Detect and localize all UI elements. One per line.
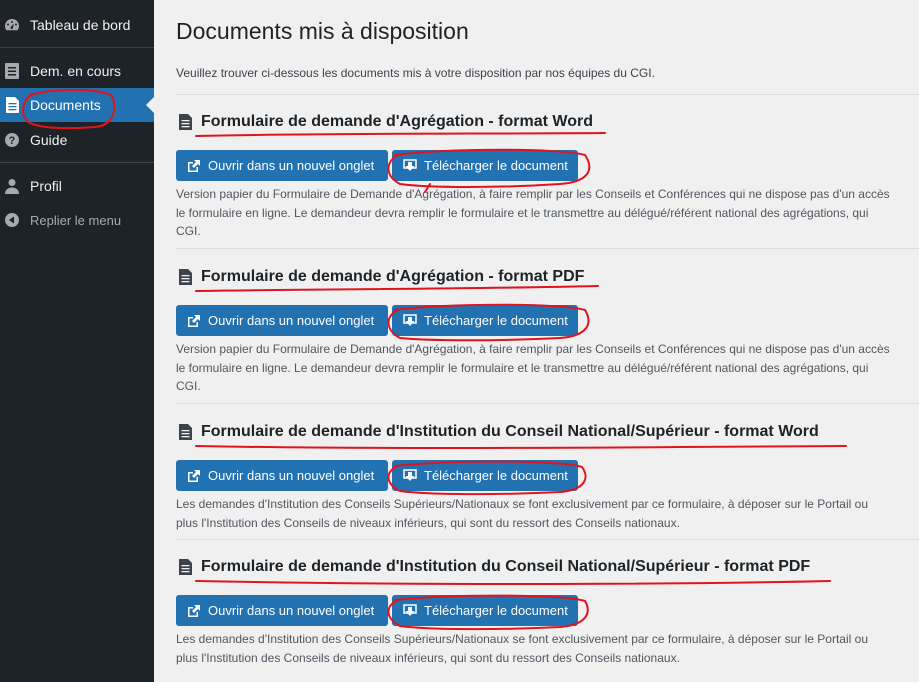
sidebar-item-label: Replier le menu — [30, 212, 122, 228]
document-icon — [179, 269, 193, 285]
sidebar-item-dem-en-cours[interactable]: Dem. en cours — [0, 54, 154, 88]
document-description: Version papier du Formulaire de Demande … — [176, 185, 919, 241]
divider — [176, 539, 919, 540]
external-link-icon — [187, 469, 201, 483]
sidebar-item-label: Guide — [30, 132, 68, 148]
open-new-tab-button[interactable]: Ouvrir dans un nouvel onglet — [176, 150, 388, 181]
description-line: CGI. — [176, 379, 201, 393]
open-button-label: Ouvrir dans un nouvel onglet — [208, 603, 375, 618]
sidebar-item-dashboard[interactable]: Tableau de bord — [0, 8, 154, 42]
sidebar-item-guide[interactable]: ? Guide — [0, 123, 154, 157]
download-icon — [403, 313, 417, 328]
collapse-icon — [4, 212, 20, 228]
page-title: Documents mis à disposition — [176, 18, 469, 44]
external-link-icon — [187, 314, 201, 328]
document-icon — [179, 424, 193, 440]
main-content: Documents mis à disposition Veuillez tro… — [154, 0, 919, 682]
description-line: Version papier du Formulaire de Demande … — [176, 187, 890, 201]
sidebar-item-documents[interactable]: Documents — [0, 88, 154, 122]
description-line: Les demandes d'Institution des Conseils … — [176, 497, 868, 511]
download-button-label: Télécharger le document — [424, 313, 568, 328]
download-icon — [403, 158, 417, 173]
description-line: Les demandes d'Institution des Conseils … — [176, 632, 868, 646]
sidebar-item-label: Profil — [30, 178, 62, 194]
document-title: Formulaire de demande d'Institution du C… — [179, 423, 819, 441]
description-line: CGI. — [176, 224, 201, 238]
document-title: Formulaire de demande d'Institution du C… — [179, 558, 810, 576]
document-description: Les demandes d'Institution des Conseils … — [176, 495, 919, 532]
description-line: le formulaire en ligne. Le demandeur dev… — [176, 360, 869, 375]
sidebar-item-label: Documents — [30, 97, 101, 113]
open-new-tab-button[interactable]: Ouvrir dans un nouvel onglet — [176, 460, 388, 491]
document-title-text: Formulaire de demande d'Institution du C… — [201, 423, 819, 440]
collapse-menu-button[interactable]: Replier le menu — [0, 203, 154, 237]
intro-text: Veuillez trouver ci-dessous les document… — [176, 66, 655, 80]
sidebar-separator — [0, 162, 154, 163]
download-icon — [403, 603, 417, 618]
document-title-text: Formulaire de demande d'Institution du C… — [201, 558, 811, 575]
document-icon — [4, 97, 20, 113]
document-description: Les demandes d'Institution des Conseils … — [176, 630, 919, 667]
open-button-label: Ouvrir dans un nouvel onglet — [208, 468, 375, 483]
document-title-text: Formulaire de demande d'Agrégation - for… — [201, 113, 593, 130]
divider — [176, 94, 919, 95]
download-icon — [403, 468, 417, 483]
open-button-label: Ouvrir dans un nouvel onglet — [208, 313, 375, 328]
help-icon: ? — [4, 132, 20, 148]
download-button[interactable]: Télécharger le document — [392, 460, 578, 491]
list-icon — [4, 63, 20, 79]
document-icon — [179, 559, 193, 575]
document-icon — [179, 114, 193, 130]
description-line: le formulaire en ligne. Le demandeur dev… — [176, 205, 869, 220]
active-indicator-arrow — [146, 97, 154, 113]
description-line: Version papier du Formulaire de Demande … — [176, 342, 890, 356]
download-button[interactable]: Télécharger le document — [392, 150, 578, 181]
download-button-label: Télécharger le document — [424, 468, 568, 483]
download-button[interactable]: Télécharger le document — [392, 595, 578, 626]
description-line: plus l'Institution des Conseils de nivea… — [176, 650, 680, 665]
document-description: Version papier du Formulaire de Demande … — [176, 340, 919, 396]
sidebar-item-label: Tableau de bord — [30, 17, 131, 33]
open-new-tab-button[interactable]: Ouvrir dans un nouvel onglet — [176, 305, 388, 336]
description-line: plus l'Institution des Conseils de nivea… — [176, 515, 680, 530]
download-button-label: Télécharger le document — [424, 603, 568, 618]
document-title: Formulaire de demande d'Agrégation - for… — [179, 268, 584, 286]
external-link-icon — [187, 159, 201, 173]
open-new-tab-button[interactable]: Ouvrir dans un nouvel onglet — [176, 595, 388, 626]
sidebar-item-profil[interactable]: Profil — [0, 169, 154, 203]
admin-sidebar: Tableau de bord Dem. en cours Documents … — [0, 0, 154, 682]
sidebar-item-label: Dem. en cours — [30, 63, 122, 79]
svg-text:?: ? — [9, 135, 16, 147]
sidebar-separator — [0, 47, 154, 48]
divider — [176, 248, 919, 249]
document-title: Formulaire de demande d'Agrégation - for… — [179, 113, 593, 131]
download-button-label: Télécharger le document — [424, 158, 568, 173]
user-icon — [4, 178, 20, 194]
download-button[interactable]: Télécharger le document — [392, 305, 578, 336]
document-title-text: Formulaire de demande d'Agrégation - for… — [201, 268, 585, 285]
external-link-icon — [187, 604, 201, 618]
dashboard-icon — [4, 17, 20, 33]
open-button-label: Ouvrir dans un nouvel onglet — [208, 158, 375, 173]
divider — [176, 403, 919, 404]
